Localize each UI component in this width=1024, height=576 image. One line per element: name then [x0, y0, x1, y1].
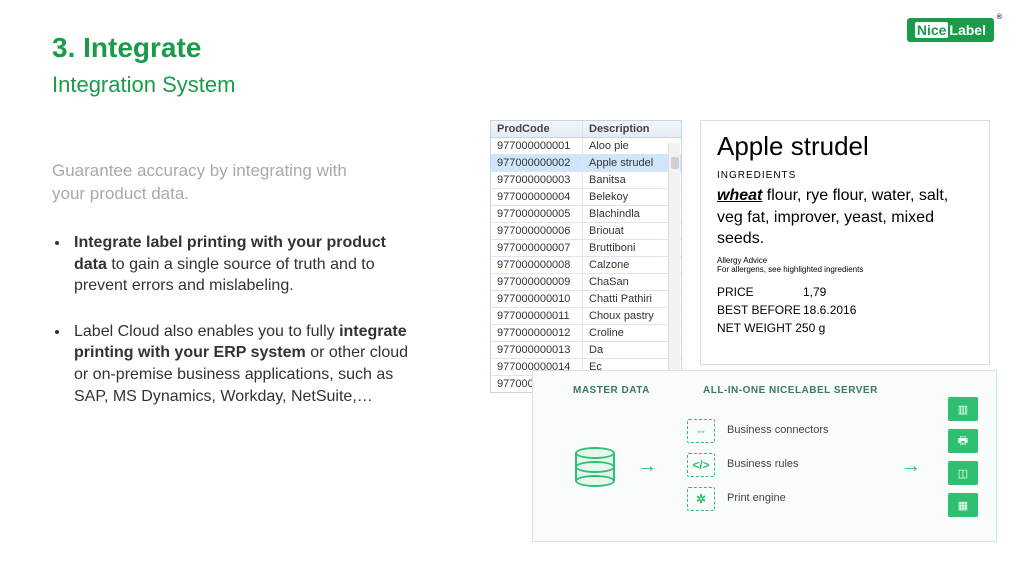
- table-row[interactable]: 977000000012Croline: [491, 325, 681, 342]
- table-row[interactable]: 977000000001Aloo pie: [491, 138, 681, 155]
- output-icon: ▦: [948, 493, 978, 517]
- arrow-icon: →: [637, 455, 657, 478]
- cell-prodcode[interactable]: 977000000003: [491, 172, 583, 188]
- database-icon: [575, 447, 615, 487]
- cell-prodcode[interactable]: 977000000007: [491, 240, 583, 256]
- rules-label: Business rules: [727, 458, 799, 470]
- table-scrollbar[interactable]: [668, 143, 680, 391]
- bb-key: BEST BEFORE: [717, 303, 803, 317]
- print-engine-icon: ✲: [687, 487, 715, 511]
- cell-description[interactable]: Calzone: [583, 257, 681, 273]
- output-icon: 🖶: [948, 429, 978, 453]
- rules-icon: </>: [687, 453, 715, 477]
- cell-prodcode[interactable]: 977000000001: [491, 138, 583, 154]
- diagram-header-right: ALL-IN-ONE NICELABEL SERVER: [703, 385, 878, 396]
- cell-description[interactable]: Briouat: [583, 223, 681, 239]
- bullet-list: Integrate label printing with your produ…: [52, 232, 422, 431]
- print-engine-label: Print engine: [727, 492, 786, 504]
- cell-description[interactable]: Croline: [583, 325, 681, 341]
- output-icon: ◫: [948, 461, 978, 485]
- output-icon: ▥: [948, 397, 978, 421]
- arrow-icon: →: [901, 455, 921, 478]
- cell-description[interactable]: Chatti Pathiri: [583, 291, 681, 307]
- col-header-prodcode[interactable]: ProdCode: [491, 121, 583, 137]
- bullet-1-rest: to gain a single source of truth and to …: [74, 256, 375, 295]
- brand-logo: NiceLabel ®: [907, 18, 994, 42]
- ingredients-text: wheat flour, rye flour, water, salt, veg…: [717, 185, 973, 250]
- registered-mark: ®: [997, 14, 1002, 21]
- scrollbar-thumb[interactable]: [671, 157, 679, 169]
- table-row[interactable]: 977000000010Chatti Pathiri: [491, 291, 681, 308]
- cell-description[interactable]: Apple strudel: [583, 155, 681, 171]
- price-value: 1,79: [803, 285, 826, 299]
- netweight-row: NET WEIGHT 250 g: [717, 321, 973, 335]
- cell-description[interactable]: Blachindla: [583, 206, 681, 222]
- advice-line-2: For allergens, see highlighted ingredien…: [717, 265, 973, 275]
- table-row[interactable]: 977000000009ChaSan: [491, 274, 681, 291]
- table-row[interactable]: 977000000006Briouat: [491, 223, 681, 240]
- table-row[interactable]: 977000000008Calzone: [491, 257, 681, 274]
- cell-description[interactable]: Banitsa: [583, 172, 681, 188]
- table-row[interactable]: 977000000002Apple strudel: [491, 155, 681, 172]
- bestbefore-row: BEST BEFORE18.6.2016: [717, 303, 973, 317]
- logo-part-1: Nice: [915, 22, 949, 38]
- table-row[interactable]: 977000000013Da: [491, 342, 681, 359]
- table-row[interactable]: 977000000011Choux pastry: [491, 308, 681, 325]
- table-row[interactable]: 977000000005Blachindla: [491, 206, 681, 223]
- table-row[interactable]: 977000000004Belekoy: [491, 189, 681, 206]
- allergy-advice: Allergy Advice For allergens, see highli…: [717, 256, 973, 275]
- table-header-row: ProdCode Description: [491, 121, 681, 138]
- connectors-icon: ⇔: [687, 419, 715, 443]
- cell-prodcode[interactable]: 977000000006: [491, 223, 583, 239]
- cell-prodcode[interactable]: 977000000005: [491, 206, 583, 222]
- advice-line-1: Allergy Advice: [717, 256, 973, 266]
- diagram-header-left: MASTER DATA: [573, 385, 650, 396]
- cell-prodcode[interactable]: 977000000009: [491, 274, 583, 290]
- slide-title: 3. Integrate: [52, 32, 201, 64]
- cell-prodcode[interactable]: 977000000013: [491, 342, 583, 358]
- allergen: wheat: [717, 187, 762, 204]
- label-product-name: Apple strudel: [717, 131, 973, 162]
- cell-description[interactable]: Bruttiboni: [583, 240, 681, 256]
- price-key: PRICE: [717, 285, 803, 299]
- bb-value: 18.6.2016: [803, 303, 856, 317]
- product-data-table[interactable]: ProdCode Description 977000000001Aloo pi…: [490, 120, 682, 393]
- bullet-1: Integrate label printing with your produ…: [70, 232, 422, 297]
- cell-prodcode[interactable]: 977000000008: [491, 257, 583, 273]
- label-preview: Apple strudel INGREDIENTS wheat flour, r…: [700, 120, 990, 365]
- cell-description[interactable]: Belekoy: [583, 189, 681, 205]
- cell-prodcode[interactable]: 977000000011: [491, 308, 583, 324]
- table-row[interactable]: 977000000007Bruttiboni: [491, 240, 681, 257]
- logo-part-2: Label: [949, 22, 986, 38]
- price-row: PRICE1,79: [717, 285, 973, 299]
- cell-prodcode[interactable]: 977000000004: [491, 189, 583, 205]
- ingredients-header: INGREDIENTS: [717, 170, 973, 181]
- cell-description[interactable]: ChaSan: [583, 274, 681, 290]
- architecture-diagram: MASTER DATA ALL-IN-ONE NICELABEL SERVER …: [532, 370, 997, 542]
- bullet-2: Label Cloud also enables you to fully in…: [70, 321, 422, 407]
- cell-description[interactable]: Da: [583, 342, 681, 358]
- bullet-2-pre: Label Cloud also enables you to fully: [74, 323, 339, 340]
- cell-prodcode[interactable]: 977000000012: [491, 325, 583, 341]
- cell-prodcode[interactable]: 977000000010: [491, 291, 583, 307]
- cell-description[interactable]: Choux pastry: [583, 308, 681, 324]
- col-header-description[interactable]: Description: [583, 121, 681, 137]
- connectors-label: Business connectors: [727, 424, 829, 436]
- cell-description[interactable]: Aloo pie: [583, 138, 681, 154]
- intro-text: Guarantee accuracy by integrating with y…: [52, 160, 372, 206]
- cell-prodcode[interactable]: 977000000002: [491, 155, 583, 171]
- slide-subtitle: Integration System: [52, 72, 235, 98]
- table-row[interactable]: 977000000003Banitsa: [491, 172, 681, 189]
